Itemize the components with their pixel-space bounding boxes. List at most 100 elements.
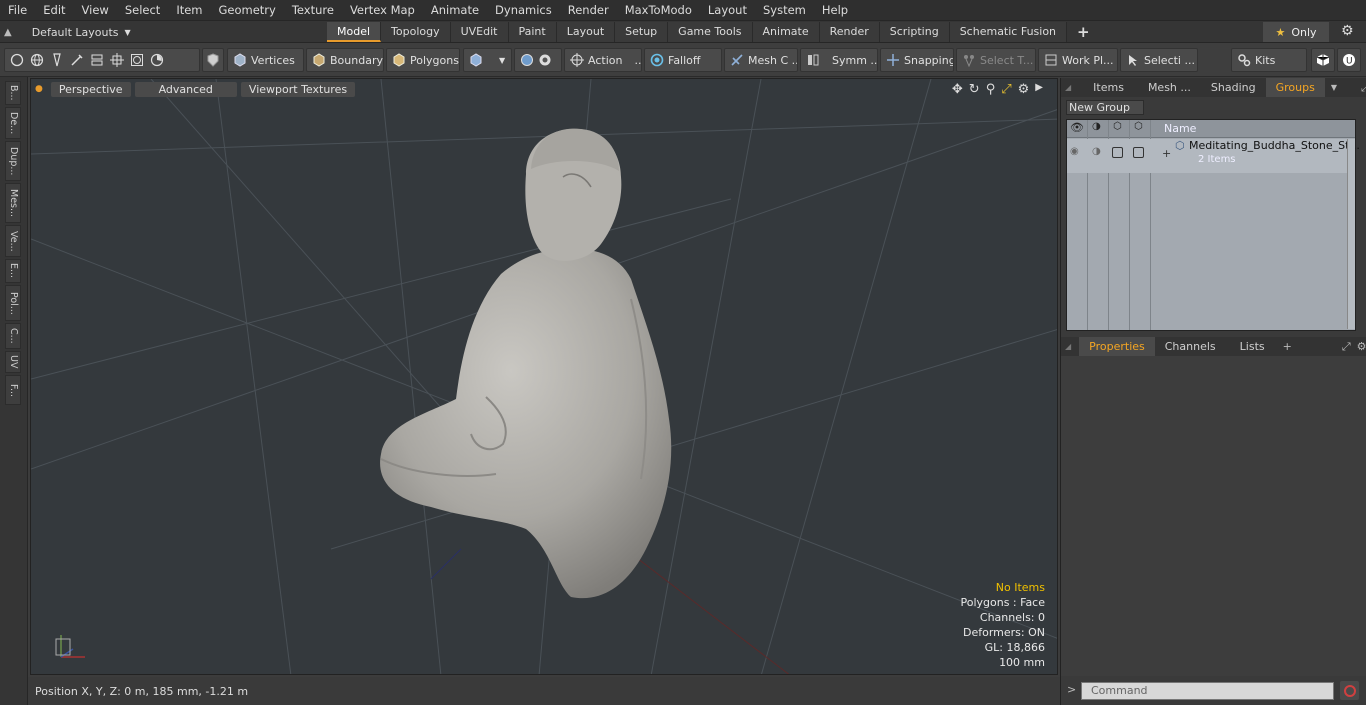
left-tab-fusion[interactable]: F... (5, 375, 21, 405)
menu-maxtomodo[interactable]: MaxToModo (617, 0, 700, 21)
row-lock-checkbox[interactable] (1112, 147, 1123, 158)
menu-item[interactable]: Item (168, 0, 210, 21)
menu-render[interactable]: Render (560, 0, 617, 21)
tab-uvedit[interactable]: UVEdit (450, 22, 509, 42)
item-mode-button[interactable] (202, 48, 224, 72)
expand-icon[interactable]: ⤢ (1361, 81, 1366, 95)
selection-sets-button[interactable]: Selecti ... (1120, 48, 1198, 72)
menu-view[interactable]: View (74, 0, 117, 21)
tab-setup[interactable]: Setup (615, 22, 669, 42)
tab-animate[interactable]: Animate (752, 22, 820, 42)
left-tab-mesh-edit[interactable]: Mes... (5, 183, 21, 223)
buddha-statue-model[interactable] (31, 79, 1058, 675)
viewport-gear-icon[interactable]: ⚙ (1018, 82, 1030, 97)
view-sphere-alt-icon[interactable] (538, 53, 552, 67)
3d-viewport[interactable]: ● Perspective Advanced Viewport Textures… (30, 78, 1058, 675)
timer-icon[interactable] (150, 53, 164, 67)
polygons-button[interactable]: Polygons (386, 48, 460, 72)
group-row[interactable]: ◉ ◑ + ⬡ Meditating_Buddha_Stone_St... 2 … (1067, 139, 1360, 173)
tab-groups[interactable]: Groups (1265, 78, 1325, 97)
maximize-icon[interactable]: ⤢ (1001, 82, 1011, 97)
tab-lists[interactable]: Lists (1226, 337, 1279, 356)
tab-topology[interactable]: Topology (381, 22, 451, 42)
vertices-button[interactable]: Vertices (227, 48, 304, 72)
boundary-button[interactable]: Boundary (306, 48, 384, 72)
material-mode-dropdown[interactable]: ▼ (463, 48, 512, 72)
menu-vertex-map[interactable]: Vertex Map (342, 0, 423, 21)
tab-scripting[interactable]: Scripting (879, 22, 950, 42)
tab-model[interactable]: Model (327, 22, 382, 42)
panel-gear-icon[interactable]: ⚙ (1357, 340, 1366, 353)
snapping-button[interactable]: Snapping (880, 48, 954, 72)
left-tab-duplicate[interactable]: Dup... (5, 141, 21, 181)
menu-select[interactable]: Select (117, 0, 168, 21)
modo-logo-button[interactable] (1311, 48, 1335, 72)
tab-items[interactable]: Items (1079, 78, 1138, 97)
record-icon[interactable] (1340, 681, 1359, 700)
symmetry-button[interactable]: Symm ... (800, 48, 878, 72)
menu-layout[interactable]: Layout (700, 0, 755, 21)
tab-properties[interactable]: Properties (1079, 337, 1155, 356)
left-tab-uv[interactable]: UV (5, 351, 21, 373)
falloff-button[interactable]: Falloff (644, 48, 722, 72)
menu-system[interactable]: System (755, 0, 814, 21)
work-plane-button[interactable]: Work Pl... (1038, 48, 1118, 72)
tab-schematic-fusion[interactable]: Schematic Fusion (949, 22, 1068, 42)
align-icon[interactable] (90, 53, 104, 67)
mesh-constraints-button[interactable]: Mesh C ... (724, 48, 798, 72)
tab-mesh[interactable]: Mesh ... (1138, 78, 1201, 97)
new-group-button[interactable]: New Group (1066, 100, 1144, 115)
left-tab-basic[interactable]: B... (5, 81, 21, 105)
viewport-textures-button[interactable]: Viewport Textures (240, 81, 356, 97)
left-tab-edge[interactable]: E... (5, 259, 21, 283)
zoom-icon[interactable]: ⚲ (986, 82, 996, 97)
only-button[interactable]: ★ Only (1263, 22, 1329, 42)
brush-icon[interactable] (70, 53, 84, 67)
groups-scrollbar[interactable] (1347, 139, 1355, 329)
menu-animate[interactable]: Animate (423, 0, 487, 21)
menu-file[interactable]: File (0, 0, 35, 21)
view-sphere-icon[interactable] (520, 53, 534, 67)
tab-layout[interactable]: Layout (556, 22, 616, 42)
row-select-checkbox[interactable] (1133, 147, 1144, 158)
menu-edit[interactable]: Edit (35, 0, 73, 21)
tab-channels[interactable]: Channels (1155, 337, 1226, 356)
expand-icon[interactable]: ⤢ (1342, 340, 1351, 354)
pan-icon[interactable]: ✥ (952, 82, 963, 97)
command-input[interactable]: Command (1081, 682, 1334, 700)
menu-help[interactable]: Help (814, 0, 856, 21)
center-icon[interactable] (110, 53, 124, 67)
default-layouts-dropdown[interactable]: ▲ Default Layouts ▼ (4, 21, 131, 43)
row-eye-icon[interactable]: ◉ (1070, 146, 1079, 157)
add-tab-icon[interactable]: + (1067, 22, 1100, 42)
tab-paint[interactable]: Paint (508, 22, 557, 42)
menu-dynamics[interactable]: Dynamics (487, 0, 560, 21)
advanced-button[interactable]: Advanced (134, 81, 237, 97)
square-circle-icon[interactable] (130, 53, 144, 67)
action-center-button[interactable]: Action ... (564, 48, 642, 72)
gear-icon[interactable]: ⚙ (1341, 23, 1354, 39)
pen-icon[interactable] (50, 53, 64, 67)
row-render-icon[interactable]: ◑ (1092, 146, 1101, 157)
expand-plus-icon[interactable]: + (1162, 147, 1171, 160)
tab-render[interactable]: Render (819, 22, 880, 42)
left-tab-curve[interactable]: C... (5, 323, 21, 349)
select-through-button[interactable]: Select T... (956, 48, 1036, 72)
tab-shading[interactable]: Shading (1201, 78, 1266, 97)
layout-toggle-icon[interactable]: ▲ (4, 27, 12, 38)
kits-button[interactable]: Kits (1231, 48, 1307, 72)
perspective-button[interactable]: Perspective (50, 81, 131, 97)
left-tab-deform[interactable]: De... (5, 107, 21, 139)
menu-geometry[interactable]: Geometry (211, 0, 284, 21)
globe-icon[interactable] (30, 53, 44, 67)
menu-texture[interactable]: Texture (284, 0, 342, 21)
chevron-down-icon[interactable]: ▼ (1331, 83, 1337, 92)
circle-select-icon[interactable] (10, 53, 24, 67)
rotate-icon[interactable]: ↻ (969, 82, 980, 97)
unreal-logo-button[interactable]: U (1337, 48, 1361, 72)
tab-game-tools[interactable]: Game Tools (668, 22, 753, 42)
add-tab-icon[interactable]: + (1283, 340, 1292, 353)
left-tab-vertex[interactable]: Ve... (5, 225, 21, 257)
expand-arrow-icon[interactable]: ▶ (1035, 82, 1043, 97)
left-tab-polygon[interactable]: Pol... (5, 285, 21, 321)
